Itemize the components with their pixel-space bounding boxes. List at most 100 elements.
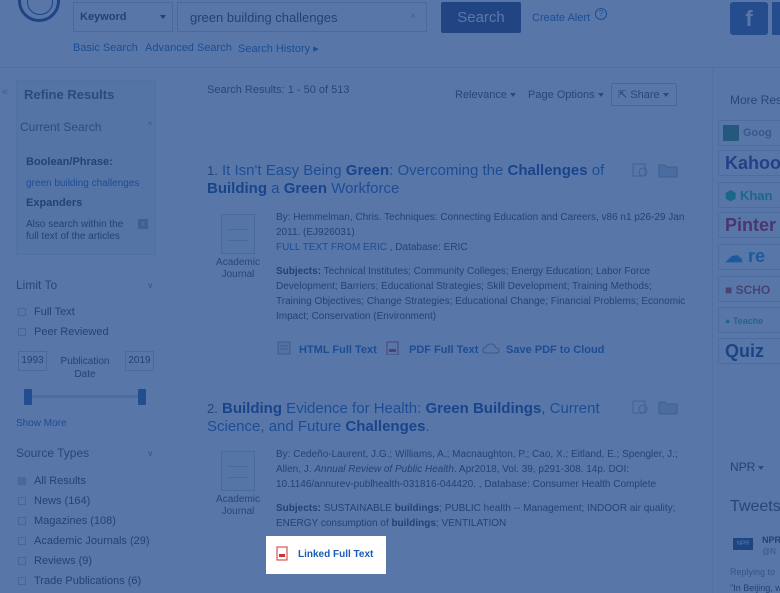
chevron-down-icon — [758, 465, 765, 470]
folder-icon[interactable] — [658, 162, 678, 178]
chevron-down-icon — [160, 15, 166, 19]
preview-icon[interactable] — [632, 163, 650, 179]
google-classroom-link[interactable]: Goog — [718, 120, 780, 146]
remind-link[interactable]: ☁ re — [718, 244, 780, 270]
checkbox[interactable] — [18, 477, 26, 486]
khan-academy-link[interactable]: ⬢ Khan — [718, 182, 780, 208]
scholastic-link[interactable]: ■ SCHO — [718, 276, 780, 302]
npr-select[interactable]: NPR — [730, 460, 765, 474]
linked-full-text-button[interactable]: Linked Full Text — [266, 536, 386, 574]
source-type-option[interactable]: All Results — [18, 475, 86, 487]
refine-results-title: Refine Results — [24, 87, 115, 102]
current-search-heading[interactable]: Current Search — [20, 120, 101, 134]
date-slider-track[interactable] — [28, 395, 144, 398]
help-icon[interactable]: ? — [595, 8, 607, 20]
checkbox[interactable] — [18, 557, 26, 566]
preview-icon[interactable] — [632, 400, 650, 416]
limit-to-heading[interactable]: Limit To — [16, 278, 57, 292]
show-more-link[interactable]: Show More — [16, 418, 67, 429]
year-from-input[interactable]: 1993 — [18, 351, 47, 371]
quizlet-link[interactable]: Quiz — [718, 338, 780, 364]
external-label: Teache — [732, 316, 764, 326]
checkbox[interactable] — [18, 577, 26, 586]
date-slider-handle-start[interactable] — [24, 389, 32, 405]
full-text-from-eric-link[interactable]: FULL TEXT FROM ERIC — [276, 242, 387, 253]
chevron-down-icon — [597, 93, 604, 98]
kahoot-link[interactable]: Kahoot — [718, 150, 780, 176]
cloud-icon[interactable] — [482, 342, 500, 356]
date-slider-handle-end[interactable] — [138, 389, 146, 405]
checkbox-label: News (164) — [34, 495, 91, 507]
teachers-icon: ● — [725, 316, 733, 326]
title-text: of — [587, 162, 605, 179]
create-alert-link[interactable]: Create Alert — [532, 12, 590, 24]
title-text: It Isn't Easy Being — [222, 162, 346, 179]
clear-icon[interactable]: × — [410, 11, 416, 22]
result-subjects: Subjects: SUSTAINABLE buildings; PUBLIC … — [276, 501, 686, 531]
facebook-icon[interactable]: f — [730, 2, 768, 35]
field-select[interactable]: Keyword — [73, 2, 173, 32]
share-icon: ⇱ — [618, 89, 631, 101]
right-panel-divider — [712, 68, 713, 593]
source-types-heading[interactable]: Source Types — [16, 446, 89, 460]
sort-relevance-dropdown[interactable]: Relevance — [455, 89, 516, 101]
source-type-option[interactable]: Reviews (9) — [18, 555, 92, 567]
pinterest-link[interactable]: Pinter — [718, 212, 780, 238]
site-logo[interactable] — [18, 0, 60, 22]
external-label: SCHO — [735, 283, 771, 297]
pdf-full-text-link[interactable]: PDF Full Text — [409, 344, 478, 356]
checkbox[interactable] — [18, 537, 26, 546]
share-button[interactable]: ⇱ Share — [611, 83, 677, 106]
remind-icon: ☁ — [725, 246, 749, 266]
basic-search-link[interactable]: Basic Search — [73, 42, 138, 54]
field-select-value: Keyword — [80, 11, 127, 23]
social-icon[interactable] — [772, 2, 780, 35]
tweet-author[interactable]: NPR — [762, 535, 780, 545]
chevron-down-icon[interactable]: v — [148, 448, 153, 458]
html-full-text-link[interactable]: HTML Full Text — [299, 344, 377, 356]
boolean-phrase-title: Boolean/Phrase: — [26, 156, 113, 168]
result-meta: By: Cedeño-Laurent, J.G.; Williams, A.; … — [276, 447, 686, 492]
expander-fulltext-label: Also search within the full text of the … — [26, 219, 124, 242]
source-type-option[interactable]: Academic Journals (29) — [18, 535, 150, 547]
save-pdf-to-cloud-link[interactable]: Save PDF to Cloud — [506, 344, 604, 356]
result-title[interactable]: 1. It Isn't Easy Being Green: Overcoming… — [207, 162, 627, 198]
checkbox-label: Reviews (9) — [34, 555, 93, 567]
result-number: 1. — [207, 163, 218, 178]
subjects-label: Subjects: — [276, 266, 322, 277]
chevron-down-icon[interactable]: v — [148, 280, 153, 290]
limit-full-text[interactable]: Full Text — [18, 306, 75, 318]
checkbox[interactable] — [18, 497, 26, 506]
pdf-icon[interactable] — [386, 341, 400, 355]
search-history-link[interactable]: Search History ▸ — [238, 42, 319, 55]
html-full-text-icon[interactable] — [277, 341, 291, 355]
linked-full-text-link[interactable]: Linked Full Text — [298, 549, 373, 560]
boolean-term-link[interactable]: green building challenges — [26, 178, 139, 189]
checkbox[interactable] — [18, 308, 26, 317]
header: Keyword × Search Create Alert ? f Basic … — [0, 0, 780, 68]
year-to-input[interactable]: 2019 — [125, 351, 154, 371]
external-label: Khan — [739, 188, 773, 203]
limit-peer-reviewed[interactable]: Peer Reviewed — [18, 326, 109, 338]
remove-expander-icon[interactable]: x — [138, 219, 148, 229]
search-button[interactable]: Search — [441, 2, 521, 33]
npr-avatar[interactable]: NPR — [733, 538, 753, 550]
external-label: Goog — [743, 127, 772, 139]
teachers-link[interactable]: ● Teache — [718, 307, 780, 333]
result-title[interactable]: 2. Building Evidence for Health: Green B… — [207, 400, 627, 436]
source-type-option[interactable]: Trade Publications (6) — [18, 575, 141, 587]
collapse-panel-icon[interactable]: « — [2, 86, 8, 98]
folder-icon[interactable] — [658, 399, 678, 415]
title-highlight: Green — [345, 162, 390, 179]
chevron-down-icon — [662, 93, 669, 98]
search-input[interactable] — [177, 2, 427, 32]
result-number: 2. — [207, 401, 218, 416]
chevron-up-icon[interactable]: ^ — [148, 120, 152, 130]
source-type-option[interactable]: Magazines (108) — [18, 515, 116, 527]
advanced-search-link[interactable]: Advanced Search — [145, 42, 232, 54]
source-type-option[interactable]: News (164) — [18, 495, 90, 507]
checkbox[interactable] — [18, 517, 26, 526]
page-options-dropdown[interactable]: Page Options — [528, 89, 604, 101]
checkbox[interactable] — [18, 328, 26, 337]
title-text: a — [267, 180, 284, 197]
